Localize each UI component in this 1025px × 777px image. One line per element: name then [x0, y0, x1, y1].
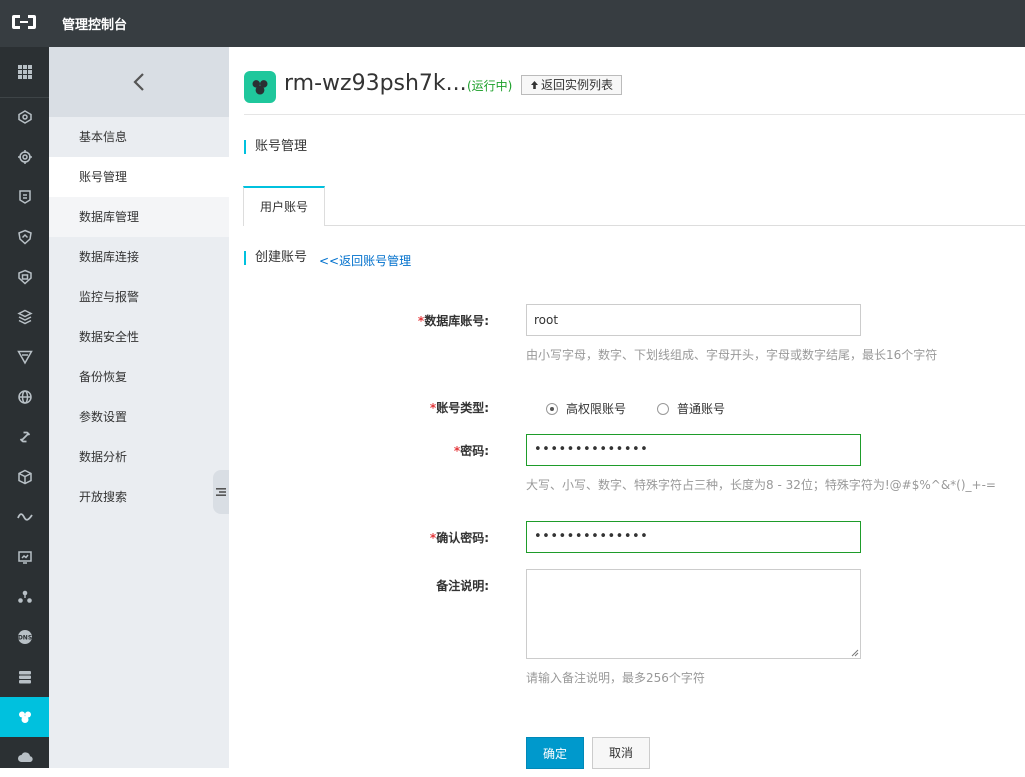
account-name-label-text: 数据库账号:: [424, 314, 489, 328]
radio-privileged-account[interactable]: 高权限账号: [546, 400, 626, 417]
radio-checked-icon: [546, 402, 558, 415]
aliyun-logo-icon[interactable]: [11, 12, 37, 32]
arrow-up-icon: [531, 81, 538, 89]
remark-label: 备注说明:: [436, 579, 489, 593]
cube-stack-icon[interactable]: [0, 297, 49, 337]
cloud-monitor-icon[interactable]: [0, 537, 49, 577]
sidebar-item-data-security[interactable]: 数据安全性: [49, 317, 229, 357]
document-shield-icon[interactable]: [0, 177, 49, 217]
section-title: 账号管理: [244, 140, 307, 154]
sidebar-item-monitoring-alerts[interactable]: 监控与报警: [49, 277, 229, 317]
main-content: rm-wz93psh7k... (运行中) 返回实例列表 账号管理 用户账号 创…: [229, 47, 1025, 769]
account-name-input[interactable]: root: [526, 304, 861, 336]
cloud-icon[interactable]: [0, 737, 49, 777]
server-icon[interactable]: [0, 657, 49, 697]
globe-icon[interactable]: [0, 377, 49, 417]
sidebar-drag-handle[interactable]: [213, 470, 229, 514]
app-title[interactable]: 管理控制台: [62, 14, 127, 33]
cluster-icon[interactable]: [0, 577, 49, 617]
remark-hint: 请输入备注说明，最多256个字符: [526, 671, 705, 685]
instance-name: rm-wz93psh7k...: [284, 71, 467, 96]
radio-normal-account[interactable]: 普通账号: [657, 400, 725, 417]
confirm-password-label: *确认密码:: [429, 531, 489, 545]
svg-text:DNS: DNS: [17, 635, 31, 642]
wave-icon[interactable]: [0, 497, 49, 537]
sidebar-item-database-management[interactable]: 数据库管理: [49, 197, 229, 237]
back-to-instance-list-label: 返回实例列表: [541, 78, 614, 92]
sidebar-item-database-connection[interactable]: 数据库连接: [49, 237, 229, 277]
header-divider: [244, 114, 1025, 115]
instance-status: (运行中): [467, 79, 513, 93]
back-to-instance-list-button[interactable]: 返回实例列表: [521, 75, 623, 95]
confirm-password-label-text: 确认密码:: [436, 531, 489, 545]
chevron-left-icon: [133, 73, 144, 91]
menu-lines-icon: [216, 488, 226, 496]
collapse-sidebar-button[interactable]: [49, 47, 229, 117]
top-bar: 管理控制台: [0, 0, 1025, 47]
sidebar-item-account-management[interactable]: 账号管理: [49, 157, 229, 197]
back-to-account-management-link[interactable]: <<返回账号管理: [319, 252, 411, 269]
form-title: 创建账号: [244, 251, 307, 265]
account-name-label: *数据库账号:: [417, 314, 489, 328]
password-input[interactable]: ••••••••••••••: [526, 434, 861, 466]
rds-database-icon[interactable]: [0, 697, 49, 737]
tab-user-accounts[interactable]: 用户账号: [243, 186, 325, 226]
link-icon[interactable]: [0, 417, 49, 457]
product-icon-bar: DNS: [0, 47, 49, 768]
shield-icon[interactable]: [0, 217, 49, 257]
password-label: *密码:: [453, 444, 489, 458]
sidebar-item-data-analysis[interactable]: 数据分析: [49, 437, 229, 477]
ecs-icon[interactable]: [0, 97, 49, 137]
radio-normal-label: 普通账号: [677, 402, 726, 416]
radio-unchecked-icon: [657, 402, 669, 415]
account-name-hint: 由小写字母，数字、下划线组成、字母开头，字母或数字结尾，最长16个字符: [526, 348, 938, 362]
tab-divider: [325, 225, 1025, 226]
box-icon[interactable]: [0, 457, 49, 497]
grid-menu-icon[interactable]: [0, 52, 49, 92]
cancel-button[interactable]: 取消: [592, 737, 650, 769]
confirm-password-input[interactable]: ••••••••••••••: [526, 521, 861, 553]
remark-textarea[interactable]: [526, 569, 861, 659]
instance-sidebar: 基本信息 账号管理 数据库管理 数据库连接 监控与报警 数据安全性 备份恢复 参…: [49, 47, 229, 768]
resize-grip-icon[interactable]: [851, 649, 859, 657]
confirm-button[interactable]: 确定: [526, 737, 584, 769]
password-label-text: 密码:: [460, 444, 489, 458]
password-hint: 大写、小写、数字、特殊字符占三种，长度为8 - 32位；特殊字符为!@#$%^&…: [526, 478, 996, 492]
dns-icon[interactable]: DNS: [0, 617, 49, 657]
security-icon[interactable]: [0, 257, 49, 297]
target-icon[interactable]: [0, 137, 49, 177]
account-type-label-text: 账号类型:: [436, 401, 489, 415]
radio-privileged-label: 高权限账号: [566, 402, 627, 416]
sidebar-item-open-search[interactable]: 开放搜索: [49, 477, 229, 517]
rds-instance-icon: [244, 71, 276, 103]
account-type-label: *账号类型:: [429, 401, 489, 415]
sidebar-item-basic-info[interactable]: 基本信息: [49, 117, 229, 157]
sidebar-item-backup-restore[interactable]: 备份恢复: [49, 357, 229, 397]
sidebar-item-parameter-settings[interactable]: 参数设置: [49, 397, 229, 437]
funnel-icon[interactable]: [0, 337, 49, 377]
